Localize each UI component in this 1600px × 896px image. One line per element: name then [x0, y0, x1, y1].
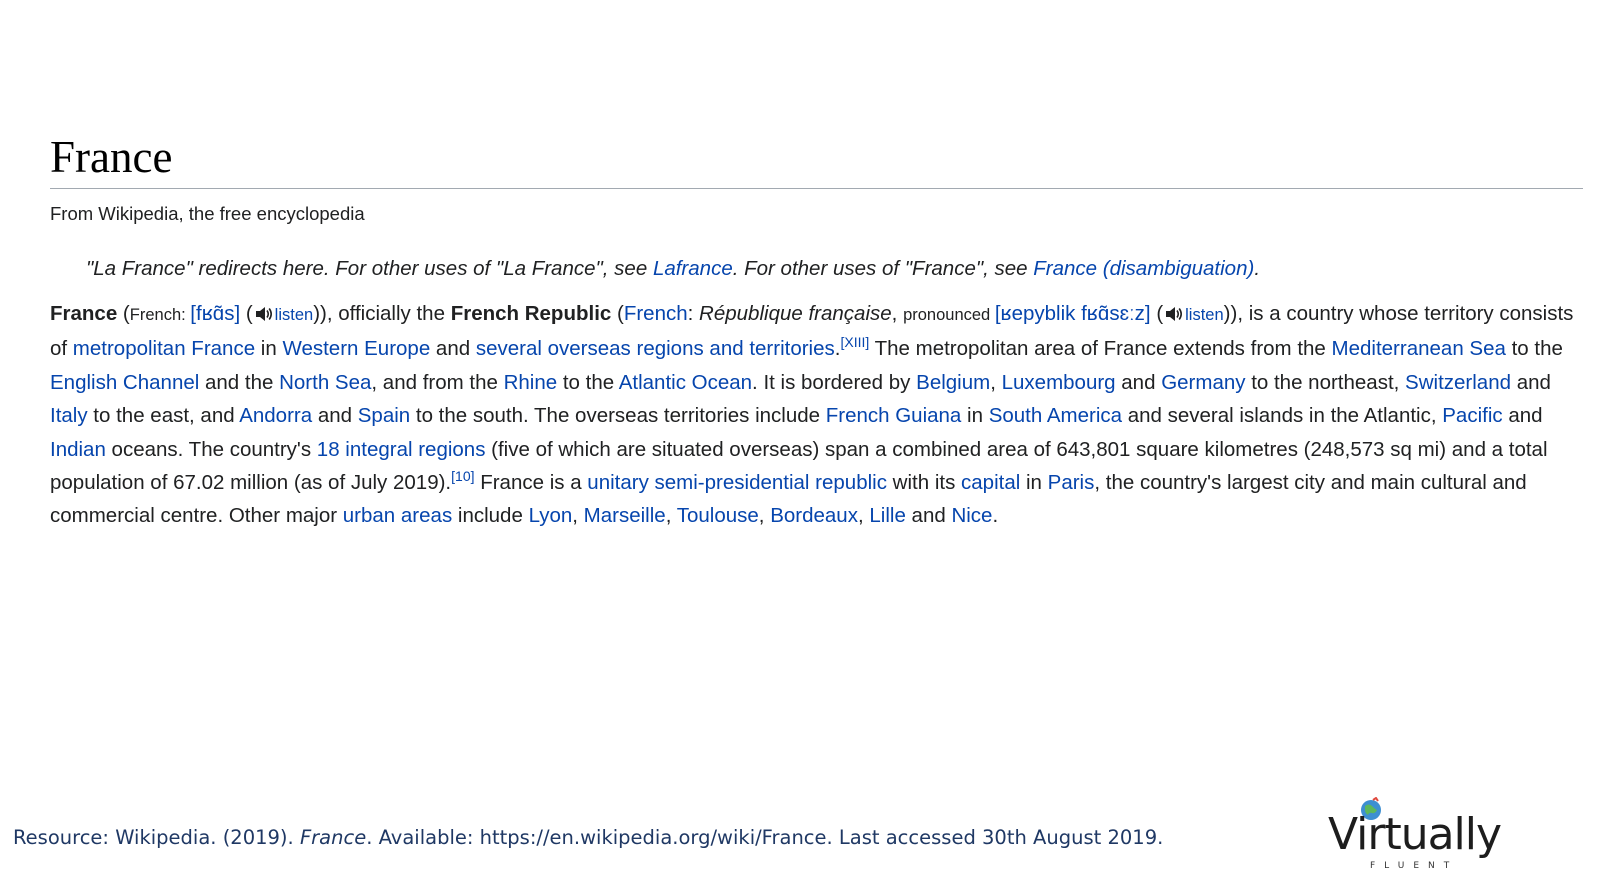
text — [1151, 302, 1157, 325]
link-nice[interactable]: Nice — [951, 504, 992, 527]
link-paris[interactable]: Paris — [1048, 471, 1095, 494]
text: , — [665, 504, 677, 528]
link-spain[interactable]: Spain — [358, 404, 410, 427]
text: , — [572, 504, 584, 528]
text: and — [430, 337, 476, 361]
text: to the south. The overseas territories i… — [410, 404, 826, 428]
link-north-sea[interactable]: North Sea — [279, 371, 371, 394]
link-marseille[interactable]: Marseille — [584, 504, 666, 527]
link-capital[interactable]: capital — [961, 471, 1020, 494]
text: to the — [557, 370, 619, 394]
text: , — [891, 302, 904, 325]
link-rhine[interactable]: Rhine — [504, 371, 558, 394]
page-title: France — [50, 128, 1583, 189]
text: and — [1502, 404, 1543, 428]
link-listen[interactable]: listen — [1185, 306, 1224, 324]
link-france-disambiguation[interactable]: France (disambiguation) — [1033, 257, 1254, 280]
link-indian[interactable]: Indian — [50, 438, 106, 461]
text: and — [312, 404, 358, 428]
text: include — [452, 504, 529, 528]
text: , and from the — [371, 370, 504, 394]
citation-link[interactable]: [10] — [451, 468, 474, 484]
citation-text: . Available: https://en.wikipedia.org/wi… — [366, 826, 1164, 849]
link-germany[interactable]: Germany — [1161, 371, 1245, 394]
link-integral-regions[interactable]: 18 integral regions — [317, 438, 486, 461]
bold-term: French Republic — [450, 302, 612, 325]
link-toulouse[interactable]: Toulouse — [677, 504, 759, 527]
hatnote-text: . For other uses of "France", see — [732, 257, 1034, 280]
text: to the east, and — [87, 404, 240, 428]
link-metropolitan-france[interactable]: metropolitan France — [73, 337, 255, 360]
italic-term: République française — [699, 302, 892, 325]
citation-title: France — [299, 826, 367, 849]
link-english-channel[interactable]: English Channel — [50, 371, 199, 394]
link-pacific[interactable]: Pacific — [1442, 404, 1502, 427]
text: . It is bordered by — [752, 370, 917, 394]
hatnote-text: "La France" redirects here. For other us… — [86, 257, 653, 280]
text: and several islands in the Atlantic, — [1122, 404, 1443, 428]
text: , — [758, 504, 771, 528]
logo-wordmark: Virtually — [1328, 809, 1502, 860]
text: and the — [199, 370, 280, 394]
resource-citation: Resource: Wikipedia. (2019). France. Ava… — [13, 826, 1163, 849]
text: and — [905, 504, 952, 528]
text: with its — [886, 471, 962, 495]
text: to the northeast, — [1245, 370, 1406, 394]
link-luxembourg[interactable]: Luxembourg — [1002, 371, 1116, 394]
virtually-fluent-logo: Virtually FLUENT — [1328, 795, 1508, 875]
link-listen[interactable]: listen — [275, 306, 314, 324]
text: : — [687, 302, 700, 325]
citation-link[interactable]: [XIII] — [840, 334, 869, 350]
text: ( — [611, 302, 624, 325]
text: in — [961, 404, 989, 428]
hatnote: "La France" redirects here. For other us… — [86, 257, 1583, 281]
link-lille[interactable]: Lille — [869, 504, 905, 527]
text: and — [1511, 370, 1551, 394]
bold-term: France — [50, 302, 118, 325]
pronounced-label: pronounced — [903, 306, 995, 324]
link-bordeaux[interactable]: Bordeaux — [770, 504, 858, 527]
link-french-guiana[interactable]: French Guiana — [826, 404, 962, 427]
article: France From Wikipedia, the free encyclop… — [50, 128, 1583, 533]
link-andorra[interactable]: Andorra — [239, 404, 312, 427]
text: )), officially the — [313, 302, 451, 325]
text: . — [992, 504, 999, 528]
link-atlantic-ocean[interactable]: Atlantic Ocean — [619, 371, 752, 394]
text: The metropolitan area of France extends … — [869, 337, 1332, 361]
citation-text: Resource: Wikipedia. (2019). — [13, 826, 300, 849]
link-overseas-regions[interactable]: several overseas regions and territories — [476, 337, 835, 360]
text: to the — [1505, 337, 1563, 361]
speaker-icon[interactable] — [1165, 299, 1183, 332]
link-belgium[interactable]: Belgium — [916, 371, 990, 394]
logo-subtitle: FLUENT — [1370, 861, 1459, 871]
link-unitary-republic[interactable]: unitary semi-presidential republic — [587, 471, 887, 494]
link-switzerland[interactable]: Switzerland — [1405, 371, 1511, 394]
text: ( — [117, 302, 130, 325]
link-ipa-republique[interactable]: [ʁepyblik fʁɑ̃sɛːz] — [995, 302, 1151, 325]
link-french[interactable]: French — [624, 302, 688, 325]
link-ipa-france[interactable]: [fʁɑ̃s] — [190, 302, 240, 325]
hatnote-text: . — [1254, 257, 1261, 280]
text: , — [857, 504, 870, 528]
text: oceans. The country's — [105, 437, 317, 461]
link-western-europe[interactable]: Western Europe — [282, 337, 430, 360]
link-south-america[interactable]: South America — [989, 404, 1122, 427]
text: in — [255, 337, 283, 361]
language-label: French: — [129, 306, 191, 324]
link-lyon[interactable]: Lyon — [529, 504, 573, 527]
text — [240, 302, 246, 325]
site-tagline: From Wikipedia, the free encyclopedia — [50, 203, 365, 224]
text: France is a — [474, 471, 588, 495]
link-urban-areas[interactable]: urban areas — [343, 504, 452, 527]
text: in — [1020, 471, 1048, 495]
speaker-icon[interactable] — [255, 299, 273, 332]
link-italy[interactable]: Italy — [50, 404, 88, 427]
text: , — [990, 370, 1002, 394]
text: and — [1115, 370, 1162, 394]
link-lafrance[interactable]: Lafrance — [653, 257, 733, 280]
link-mediterranean-sea[interactable]: Mediterranean Sea — [1332, 337, 1506, 360]
lead-paragraph: France (French: [fʁɑ̃s] (listen)), offic… — [50, 297, 1583, 533]
